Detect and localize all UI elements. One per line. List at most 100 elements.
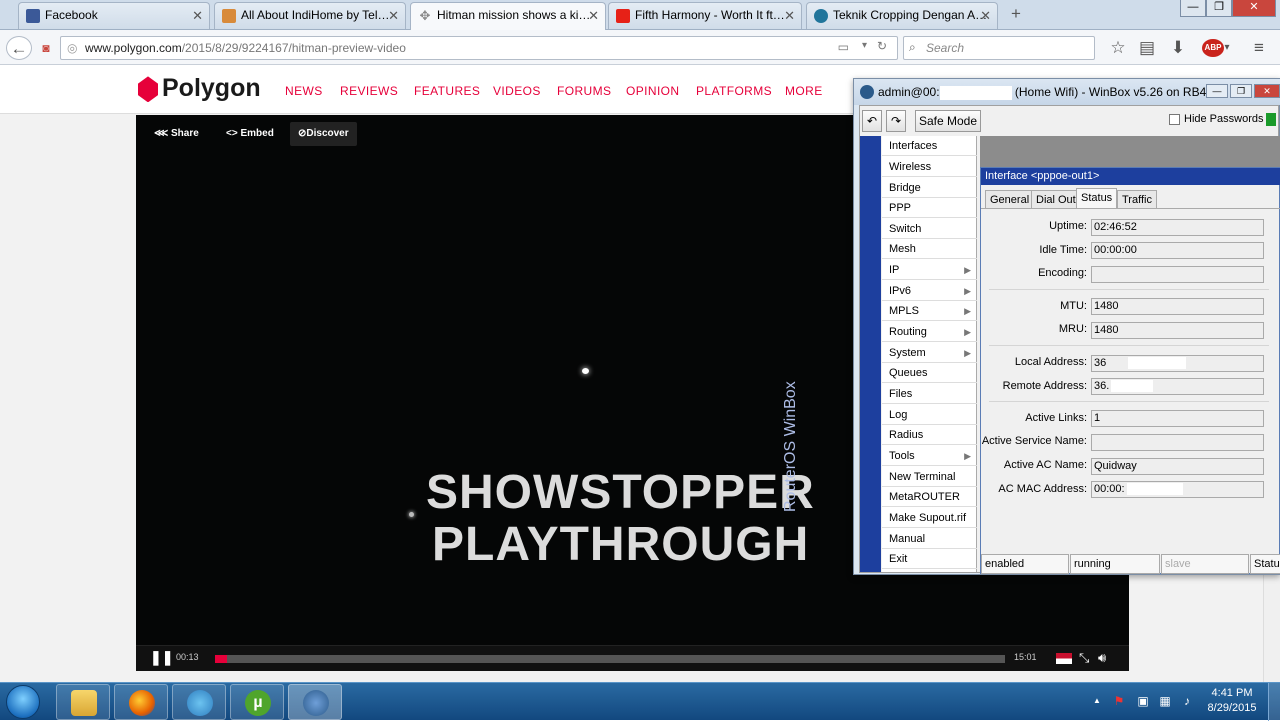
new-tab-button[interactable]: + [1006, 3, 1026, 25]
winbox-brand-text: RouterOS WinBox [782, 381, 799, 512]
progress-bar[interactable] [215, 655, 1005, 663]
polygon-logo[interactable]: Polygon [138, 74, 261, 108]
menu-item-routing[interactable]: Routing ▶ [882, 322, 977, 342]
nav-features[interactable]: FEATURES [414, 84, 480, 98]
tab-general[interactable]: General [985, 190, 1035, 209]
close-icon[interactable]: ✕ [980, 3, 991, 28]
menu-item-mpls[interactable]: MPLS ▶ [882, 301, 977, 321]
network-status-icon[interactable]: ▦ [1158, 694, 1172, 708]
reload-icon[interactable]: ↻ [877, 39, 887, 53]
tab-status[interactable]: Status [1076, 188, 1118, 209]
hamburger-menu-icon[interactable]: ≡ [1248, 36, 1270, 60]
winbox-titlebar[interactable]: admin@00: (Home Wifi) - WinBox v5.26 on … [854, 79, 1280, 105]
menu-item-files[interactable]: Files [882, 384, 977, 404]
redo-button[interactable]: ↷ [886, 110, 906, 132]
menu-item-ppp[interactable]: PPP [882, 198, 977, 218]
close-icon[interactable]: ✕ [588, 3, 599, 28]
tab-facebook[interactable]: Facebook ✕ [18, 2, 210, 29]
search-input[interactable]: ⌕ Search [903, 36, 1095, 60]
close-button[interactable]: ✕ [1232, 0, 1276, 17]
downloads-icon[interactable]: ⬇ [1168, 36, 1188, 60]
taskbar-explorer[interactable] [56, 684, 110, 720]
reader-view-icon[interactable]: ▭ [838, 40, 849, 54]
tab-youtube[interactable]: Fifth Harmony - Worth It ft… ✕ [608, 2, 802, 29]
nav-reviews[interactable]: REVIEWS [340, 84, 398, 98]
pause-icon[interactable]: ❚❚ [150, 649, 173, 666]
taskbar-winbox[interactable] [288, 684, 342, 720]
menu-item-switch[interactable]: Switch [882, 219, 977, 239]
close-icon[interactable]: ✕ [388, 3, 399, 28]
idle-time-field: 00:00:00 [1091, 242, 1264, 259]
menu-item-bridge[interactable]: Bridge [882, 178, 977, 198]
winbox-workspace: Interface <pppoe-out1> General Dial Out … [980, 136, 1280, 574]
start-button[interactable] [6, 685, 40, 719]
discover-button[interactable]: ⊘Discover [290, 122, 357, 146]
nav-opinion[interactable]: OPINION [626, 84, 679, 98]
tray-expand-icon[interactable]: ▲ [1090, 694, 1104, 708]
menu-item-metarouter[interactable]: MetaROUTER [882, 487, 977, 507]
taskbar-firefox[interactable] [114, 684, 168, 720]
nav-news[interactable]: NEWS [285, 84, 323, 98]
wordpress-icon [814, 9, 828, 23]
menu-item-manual[interactable]: Manual [882, 529, 977, 549]
menu-item-tools[interactable]: Tools ▶ [882, 446, 977, 466]
maximize-button[interactable]: ❐ [1206, 0, 1232, 17]
uptime-label: Uptime: [1049, 220, 1087, 232]
share-button[interactable]: ⋘ Share [146, 122, 207, 146]
hide-passwords-checkbox[interactable] [1169, 114, 1180, 125]
tab-hitman[interactable]: ✥ Hitman mission shows a ki… ✕ [410, 2, 606, 30]
menu-item-new-terminal[interactable]: New Terminal [882, 467, 977, 487]
menu-item-wireless[interactable]: Wireless [882, 157, 977, 177]
tab-indihome[interactable]: All About IndiHome by Tel… ✕ [214, 2, 406, 29]
menu-item-mesh[interactable]: Mesh [882, 239, 977, 259]
adblock-dropdown-icon[interactable]: ▾ [1222, 36, 1232, 60]
embed-button[interactable]: <> Embed [218, 122, 282, 146]
menu-item-ip[interactable]: IP ▶ [882, 260, 977, 280]
winbox-minimize-button[interactable]: — [1206, 84, 1228, 98]
menu-label: New Terminal [889, 471, 956, 483]
url-bar[interactable]: ◎ www.polygon.com/2015/8/29/9224167/hitm… [60, 36, 898, 60]
site-identity-icon[interactable]: ◙ [36, 36, 56, 60]
tab-wordpress[interactable]: Teknik Cropping Dengan A… ✕ [806, 2, 998, 29]
nav-platforms[interactable]: PLATFORMS [696, 84, 772, 98]
tray-app-icon[interactable]: ▣ [1136, 694, 1150, 708]
close-icon[interactable]: ✕ [192, 3, 203, 28]
tab-traffic[interactable]: Traffic [1117, 190, 1157, 209]
taskbar-network[interactable] [172, 684, 226, 720]
nav-forums[interactable]: FORUMS [557, 84, 611, 98]
menu-item-interfaces[interactable]: Interfaces [882, 136, 977, 156]
menu-item-system[interactable]: System ▶ [882, 343, 977, 363]
url-path: /2015/8/29/9224167/hitman-preview-video [181, 41, 406, 55]
adblock-icon[interactable]: ABP [1202, 39, 1224, 57]
taskbar-clock[interactable]: 4:41 PM 8/29/2015 [1200, 686, 1264, 716]
safe-mode-button[interactable]: Safe Mode [915, 110, 981, 132]
winbox-maximize-button[interactable]: ❐ [1230, 84, 1252, 98]
menu-item-exit[interactable]: Exit [882, 549, 977, 569]
uptime-field: 02:46:52 [1091, 219, 1264, 236]
menu-item-radius[interactable]: Radius [882, 425, 977, 445]
fullscreen-icon[interactable]: ⤡ [1079, 650, 1089, 666]
winbox-close-button[interactable]: ✕ [1254, 84, 1280, 98]
volume-icon[interactable]: 🔊︎ [1098, 650, 1106, 666]
menu-item-log[interactable]: Log [882, 405, 977, 425]
undo-button[interactable]: ↶ [862, 110, 882, 132]
bookmarks-menu-icon[interactable]: ▤ [1137, 36, 1157, 60]
taskbar-utorrent[interactable]: µ [230, 684, 284, 720]
back-button[interactable]: ← [6, 36, 32, 60]
nav-videos[interactable]: VIDEOS [493, 84, 541, 98]
bookmark-star-icon[interactable]: ☆ [1108, 36, 1128, 60]
menu-item-make-supout[interactable]: Make Supout.rif [882, 508, 977, 528]
captions-icon[interactable] [1056, 653, 1072, 664]
menu-item-queues[interactable]: Queues [882, 363, 977, 383]
action-center-icon[interactable]: ⚑ [1112, 694, 1126, 708]
menu-item-ipv6[interactable]: IPv6 ▶ [882, 281, 977, 301]
nav-more[interactable]: MORE [785, 84, 823, 98]
close-icon[interactable]: ✕ [784, 3, 795, 28]
active-service-name-field [1091, 434, 1264, 451]
tab-dial-out[interactable]: Dial Out [1031, 190, 1081, 209]
interface-window-title[interactable]: Interface <pppoe-out1> [981, 168, 1280, 185]
minimize-button[interactable]: — [1180, 0, 1206, 17]
speaker-icon[interactable]: ♪ [1180, 694, 1194, 708]
dropdown-icon[interactable]: ▾ [862, 40, 867, 51]
show-desktop-button[interactable] [1268, 683, 1280, 721]
